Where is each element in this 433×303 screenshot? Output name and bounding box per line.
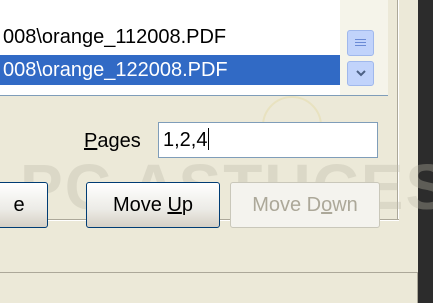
vertical-scrollbar[interactable] xyxy=(340,0,388,95)
pages-input[interactable]: 1,2,4 xyxy=(158,122,378,158)
file-list[interactable]: 008\orange_112008.PDF 008\orange_122008.… xyxy=(0,0,388,96)
scroll-down-button[interactable] xyxy=(347,61,374,86)
pages-input-value: 1,2,4 xyxy=(163,129,208,151)
pages-label: Pages xyxy=(84,129,141,153)
move-up-button[interactable]: Move Up xyxy=(86,182,220,228)
pages-label-mnemonic: P xyxy=(84,130,98,152)
list-item-selected[interactable]: 008\orange_122008.PDF xyxy=(0,55,340,85)
partial-button[interactable]: e xyxy=(0,182,48,228)
dialog-region: 008\orange_112008.PDF 008\orange_122008.… xyxy=(0,0,433,303)
text-caret xyxy=(208,128,210,150)
scroll-thumb[interactable] xyxy=(347,30,374,56)
pages-label-rest: ages xyxy=(97,130,141,152)
chevron-down-icon xyxy=(355,70,366,77)
bottom-panel xyxy=(0,272,418,303)
list-item[interactable]: 008\orange_112008.PDF xyxy=(0,22,340,52)
panel-border-right xyxy=(397,0,399,220)
window-edge xyxy=(418,0,433,303)
move-down-button[interactable]: Move Down xyxy=(230,182,380,228)
